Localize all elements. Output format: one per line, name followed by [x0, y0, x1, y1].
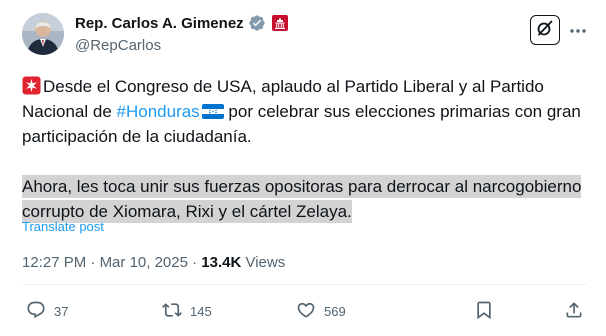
highlighted-text: Ahora, les toca unir sus fuerzas oposito… [22, 175, 582, 223]
bookmark-button[interactable] [474, 300, 494, 323]
reply-icon [26, 300, 46, 323]
like-button[interactable]: 569 [296, 300, 346, 323]
views-label: Views [241, 254, 286, 271]
author-display-name[interactable]: Rep. Carlos A. Gimenez [75, 15, 244, 32]
meta-separator: · [86, 254, 100, 271]
hashtag-link[interactable]: #Honduras [117, 102, 200, 121]
action-bar: 37 145 569 [22, 300, 597, 324]
divider [22, 284, 587, 285]
honduras-flag-icon [201, 101, 224, 119]
more-options-icon [569, 21, 587, 39]
tweet-paragraph-1: Desde el Congreso de USA, aplaudo al Par… [22, 74, 587, 149]
meta-separator: · [187, 254, 202, 271]
bookmark-icon [474, 300, 494, 323]
grok-button[interactable] [530, 15, 560, 45]
tweet-text: Desde el Congreso de USA, aplaudo al Par… [22, 74, 587, 224]
verified-badge-icon [248, 14, 266, 32]
reply-button[interactable]: 37 [26, 300, 68, 323]
retweet-count: 145 [190, 304, 212, 319]
capitol-affiliation-icon[interactable] [271, 15, 288, 31]
siren-emoji-icon [22, 76, 41, 95]
tweet-meta: 12:27 PM · Mar 10, 2025 · 13.4K Views [22, 254, 285, 271]
grok-icon [536, 19, 554, 42]
more-options-button[interactable] [568, 20, 588, 40]
share-icon [564, 300, 584, 323]
views-count[interactable]: 13.4K [201, 254, 241, 271]
tweet-card: Rep. Carlos A. Gimenez @RepCarlos Desde … [0, 0, 606, 336]
like-count: 569 [324, 304, 346, 319]
author-name-row: Rep. Carlos A. Gimenez [75, 14, 288, 32]
like-icon [296, 300, 316, 323]
reply-count: 37 [54, 304, 69, 319]
author-handle[interactable]: @RepCarlos [75, 37, 161, 54]
post-time[interactable]: 12:27 PM [22, 254, 86, 271]
tweet-paragraph-2: Ahora, les toca unir sus fuerzas oposito… [22, 174, 587, 224]
avatar[interactable] [22, 13, 64, 55]
post-date[interactable]: Mar 10, 2025 [100, 254, 188, 271]
share-button[interactable] [564, 300, 584, 323]
translate-post-link[interactable]: Translate post [22, 219, 104, 234]
retweet-button[interactable]: 145 [162, 300, 212, 323]
retweet-icon [162, 300, 182, 323]
